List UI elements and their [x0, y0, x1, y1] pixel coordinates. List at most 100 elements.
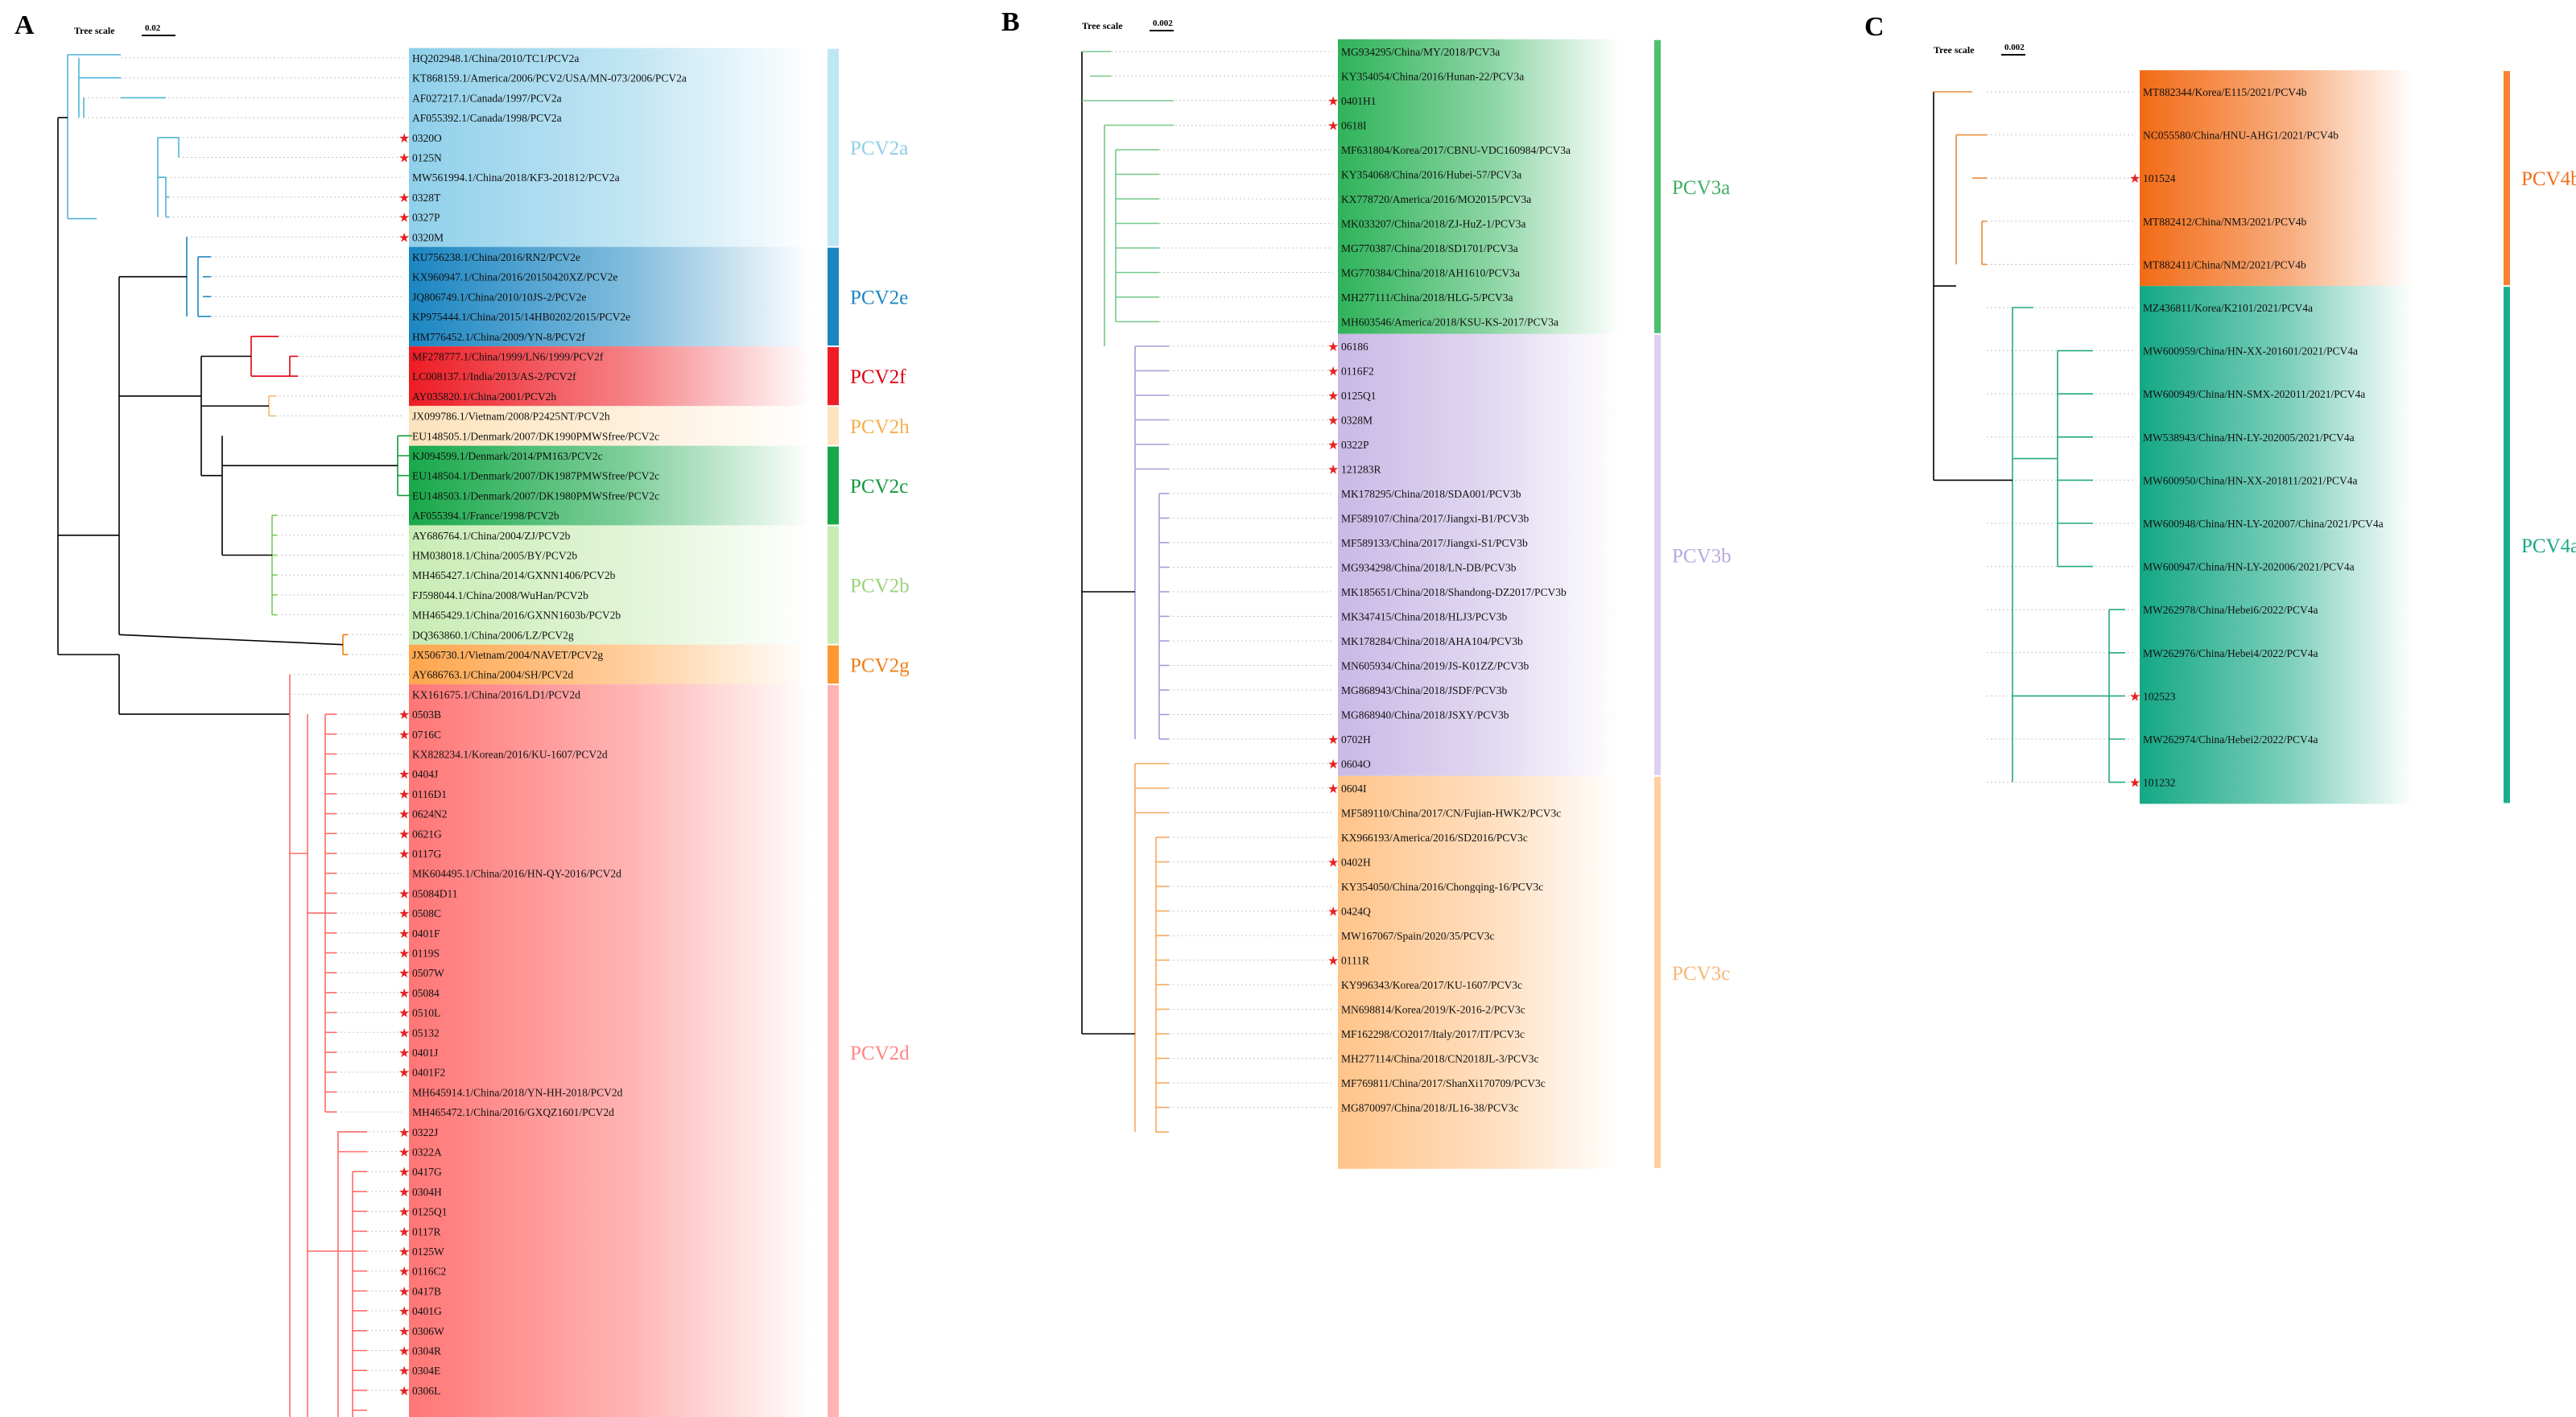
leaf-label: KY354050/China/2016/Chongqing-16/PCV3c [1341, 881, 1543, 893]
leaf-label: MW167067/Spain/2020/35/PCV3c [1341, 930, 1495, 942]
leaf-label: 0116F2 [1341, 366, 1374, 378]
sample-star-icon: ★ [398, 768, 410, 782]
tree-scale-title: Tree scale [1934, 44, 1975, 56]
tree-scale-value: 0.02 [145, 23, 161, 33]
leaf-label: 0328T [412, 192, 441, 204]
leaf-label: 0304H [412, 1186, 442, 1198]
sample-star-icon: ★ [398, 987, 410, 1001]
clade-label-pcv2f: PCV2f [850, 366, 906, 388]
panel-letter: C [1864, 12, 1885, 42]
leaf-label: 0322P [1341, 439, 1369, 451]
leaf-label: MG770387/China/2018/SD1701/PCV3a [1341, 242, 1518, 254]
sample-star-icon: ★ [1327, 464, 1339, 477]
leaf-label: EU148503.1/Denmark/2007/DK1980PMWSfree/P… [412, 490, 659, 502]
sample-star-icon: ★ [398, 788, 410, 802]
sample-star-icon: ★ [398, 848, 410, 861]
sample-star-icon: ★ [398, 1325, 410, 1339]
leaf-label: JQ806749.1/China/2010/10JS-2/PCV2e [412, 291, 586, 303]
leaf-label: MW600959/China/HN-XX-201601/2021/PCV4a [2143, 345, 2358, 357]
leaf-label: HM038018.1/China/2005/BY/PCV2b [412, 550, 577, 562]
clade-label-pcv2h: PCV2h [850, 416, 910, 438]
sample-star-icon: ★ [398, 192, 410, 205]
leaf-label: 0508C [412, 907, 441, 919]
clade-bar-pcv2b [828, 526, 839, 644]
sample-star-icon: ★ [398, 152, 410, 166]
clade-shading-pcv4b [2140, 70, 2413, 287]
leaf-label: MF589110/China/2017/CN/Fujian-HWK2/PCV3c [1341, 808, 1561, 820]
leaf-label: 0417B [412, 1285, 441, 1297]
leaf-label: KU756238.1/China/2016/RN2/PCV2e [412, 251, 580, 263]
leaf-label: AF027217.1/Canada/1997/PCV2a [412, 92, 562, 104]
sample-star-icon: ★ [398, 967, 410, 981]
clade-label-pcv2d: PCV2d [850, 1043, 910, 1064]
leaf-label: 0117R [412, 1225, 441, 1237]
leaf-label: 0401J [412, 1047, 438, 1059]
leaf-label: 0328M [1341, 415, 1373, 427]
clade-label-pcv4b: PCV4b [2521, 168, 2576, 190]
leaf-label: MH465472.1/China/2016/GXQZ1601/PCV2d [412, 1106, 614, 1118]
leaf-label: 0503B [412, 708, 441, 721]
leaf-label: 0304E [412, 1365, 440, 1377]
sample-star-icon: ★ [1327, 955, 1339, 969]
sample-star-icon: ★ [398, 1305, 410, 1319]
leaf-label: KT868159.1/America/2006/PCV2/USA/MN-073/… [412, 72, 687, 85]
leaf-label: JX506730.1/Vietnam/2004/NAVET/PCV2g [412, 649, 603, 661]
sample-star-icon: ★ [398, 1067, 410, 1080]
leaf-label: MT882411/China/NM2/2021/PCV4b [2143, 258, 2306, 271]
leaf-label: FJ598044.1/China/2008/WuHan/PCV2b [412, 589, 588, 601]
clade-label-pcv2a: PCV2a [850, 138, 908, 159]
leaf-label: 0320M [412, 231, 444, 243]
leaf-label: JX099786.1/Vietnam/2008/P2425NT/PCV2h [412, 411, 610, 423]
leaf-label: MH277114/China/2018/CN2018JL-3/PCV3c [1341, 1053, 1539, 1065]
sample-star-icon: ★ [1327, 341, 1339, 354]
leaf-label: AY686763.1/China/2004/SH/PCV2d [412, 669, 573, 681]
leaf-label: EU148505.1/Denmark/2007/DK1990PMWSfree/P… [412, 430, 659, 442]
clade-bar-pcv3c [1654, 776, 1661, 1168]
tree-scale-title: Tree scale [74, 25, 115, 36]
leaf-label: 0320O [412, 132, 442, 144]
leaf-label: MG770384/China/2018/AH1610/PCV3a [1341, 267, 1520, 279]
leaf-label: LC008137.1/India/2013/AS-2/PCV2f [412, 370, 576, 382]
leaf-label: MT882412/China/NM3/2021/PCV4b [2143, 216, 2307, 228]
sample-star-icon: ★ [398, 1126, 410, 1140]
tree-scale-value: 0.002 [2004, 43, 2025, 52]
leaf-label: MG870097/China/2018/JL16-38/PCV3c [1341, 1102, 1519, 1114]
leaf-label: KY996343/Korea/2017/KU-1607/PCV3c [1341, 979, 1522, 991]
leaf-label: 0117G [412, 848, 441, 860]
clade-label-pcv4a: PCV4a [2521, 535, 2576, 557]
leaf-label: 0125W [412, 1246, 444, 1258]
panel-a-tree: A Tree scale 0.02 PCV2a PCV2e PCV2f PCV2h PCV2c… [14, 10, 910, 1417]
leaf-label: MF162298/CO2017/Italy/2017/IT/PCV3c [1341, 1028, 1525, 1040]
leaf-label: 0621G [412, 828, 442, 840]
sample-star-icon: ★ [2129, 172, 2140, 186]
sample-star-icon: ★ [398, 927, 410, 941]
leaf-label: 101524 [2143, 172, 2176, 184]
leaf-label: 0125Q1 [1341, 390, 1377, 402]
clade-bar-pcv4b [2504, 71, 2510, 286]
clade-label-pcv3b: PCV3b [1672, 545, 1732, 567]
leaf-label: KX966193/America/2016/SD2016/PCV3c [1341, 832, 1528, 844]
sample-star-icon: ★ [2129, 777, 2140, 791]
leaf-label: NC055580/China/HNU-AHG1/2021/PCV4b [2143, 130, 2339, 142]
panel-c-tree: C Tree scale 0.002 PCV4b PCV4a MT882344/Korea… [1864, 12, 2576, 804]
leaf-label: 0716C [412, 729, 441, 741]
sample-star-icon: ★ [398, 1266, 410, 1279]
leaf-label: 0119S [412, 948, 440, 960]
leaf-label: AY686764.1/China/2004/ZJ/PCV2b [412, 530, 571, 542]
leaf-label: MK178284/China/2018/AHA104/PCV3b [1341, 635, 1523, 647]
sample-star-icon: ★ [1327, 95, 1339, 109]
leaf-label: MH645914.1/China/2018/YN-HH-2018/PCV2d [412, 1086, 623, 1098]
clade-bar-pcv4a [2504, 287, 2510, 804]
leaf-label: 06186 [1341, 341, 1368, 353]
tree-scale-title: Tree scale [1082, 20, 1123, 31]
leaf-label: KY354054/China/2016/Hunan-22/PCV3a [1341, 71, 1524, 83]
leaf-label: KJ094599.1/Denmark/2014/PM163/PCV2c [412, 450, 603, 462]
leaf-label: 0327P [412, 212, 440, 224]
leaf-label: MF589133/China/2017/Jiangxi-S1/PCV3b [1341, 537, 1528, 549]
clade-shading-pcv2b [409, 525, 811, 645]
clade-bar-pcv2g [828, 645, 839, 684]
clade-bar-pcv3b [1654, 334, 1661, 775]
clade-bar-pcv2e [828, 247, 839, 346]
leaf-label: 0510L [412, 1007, 440, 1019]
panel-b-tree: B Tree scale 0.002 PCV3a PCV3b PCV3c MG934295/… [1001, 7, 1732, 1169]
